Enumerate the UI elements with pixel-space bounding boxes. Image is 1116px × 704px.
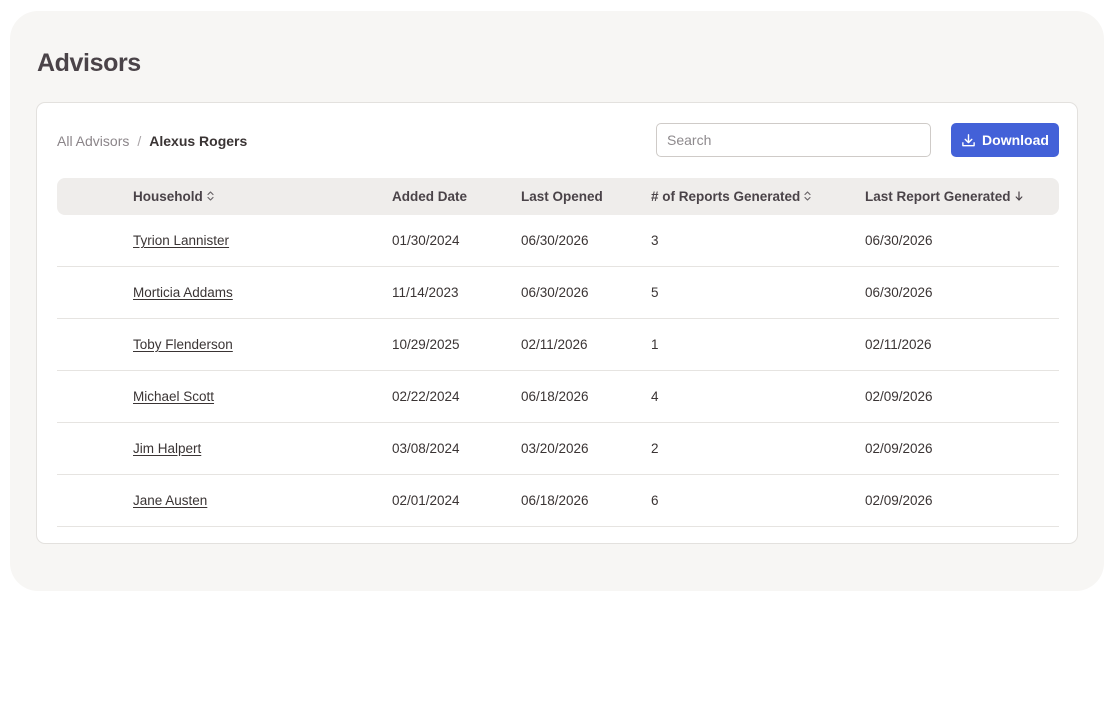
page-container: Advisors All Advisors / Alexus Rogers Do… <box>10 11 1104 591</box>
advisor-card: All Advisors / Alexus Rogers Download Ho… <box>36 102 1078 544</box>
reports-generated-cell: 3 <box>651 233 659 248</box>
column-header-last-report-generated-label: Last Report Generated <box>865 189 1011 204</box>
page-title: Advisors <box>37 49 141 77</box>
column-header-reports-generated-label: # of Reports Generated <box>651 189 801 204</box>
arrow-down-icon <box>1015 190 1023 203</box>
household-link[interactable]: Tyrion Lannister <box>133 215 229 266</box>
table-row: Tyrion Lannister 01/30/2024 06/30/2026 3… <box>57 215 1059 267</box>
last-opened-cell: 06/18/2026 <box>521 389 589 404</box>
added-date-cell: 02/01/2024 <box>392 493 460 508</box>
household-link[interactable]: Jim Halpert <box>133 423 201 474</box>
household-link[interactable]: Michael Scott <box>133 371 214 422</box>
breadcrumb-current: Alexus Rogers <box>149 133 248 149</box>
last-report-generated-cell: 02/11/2026 <box>865 337 932 352</box>
last-opened-cell: 03/20/2026 <box>521 441 589 456</box>
table-row: Morticia Addams 11/14/2023 06/30/2026 5 … <box>57 267 1059 319</box>
column-header-added-date-label: Added Date <box>392 189 468 204</box>
column-header-added-date[interactable]: Added Date <box>392 178 467 215</box>
last-opened-cell: 06/30/2026 <box>521 233 589 248</box>
last-opened-cell: 02/11/2026 <box>521 337 588 352</box>
reports-generated-cell: 6 <box>651 493 659 508</box>
breadcrumb: All Advisors / Alexus Rogers <box>57 133 247 149</box>
reports-generated-cell: 1 <box>651 337 659 352</box>
reports-generated-cell: 5 <box>651 285 659 300</box>
last-report-generated-cell: 02/09/2026 <box>865 441 933 456</box>
added-date-cell: 03/08/2024 <box>392 441 460 456</box>
last-report-generated-cell: 02/09/2026 <box>865 493 933 508</box>
reports-generated-cell: 4 <box>651 389 659 404</box>
column-header-reports-generated[interactable]: # of Reports Generated <box>651 178 811 215</box>
table-row: Jim Halpert 03/08/2024 03/20/2026 2 02/0… <box>57 423 1059 475</box>
sort-icon <box>804 190 811 203</box>
table-row: Michael Scott 02/22/2024 06/18/2026 4 02… <box>57 371 1059 423</box>
column-header-household-label: Household <box>133 189 203 204</box>
column-header-last-opened-label: Last Opened <box>521 189 603 204</box>
download-icon <box>961 133 976 148</box>
sort-icon <box>207 190 214 203</box>
household-link[interactable]: Morticia Addams <box>133 267 233 318</box>
search-input[interactable] <box>656 123 931 157</box>
breadcrumb-separator: / <box>137 133 142 149</box>
added-date-cell: 11/14/2023 <box>392 285 459 300</box>
household-link[interactable]: Toby Flenderson <box>133 319 233 370</box>
table-header: Household Added Date Last Opened # of Re… <box>57 178 1059 215</box>
column-header-last-report-generated[interactable]: Last Report Generated <box>865 178 1023 215</box>
last-opened-cell: 06/18/2026 <box>521 493 589 508</box>
added-date-cell: 02/22/2024 <box>392 389 460 404</box>
download-button-label: Download <box>982 132 1049 148</box>
last-report-generated-cell: 06/30/2026 <box>865 233 933 248</box>
table-row: Jane Austen 02/01/2024 06/18/2026 6 02/0… <box>57 475 1059 527</box>
household-link[interactable]: Jane Austen <box>133 475 207 526</box>
breadcrumb-all-advisors-link[interactable]: All Advisors <box>57 133 129 149</box>
households-table: Household Added Date Last Opened # of Re… <box>57 178 1059 527</box>
table-row: Toby Flenderson 10/29/2025 02/11/2026 1 … <box>57 319 1059 371</box>
last-report-generated-cell: 02/09/2026 <box>865 389 933 404</box>
added-date-cell: 10/29/2025 <box>392 337 460 352</box>
added-date-cell: 01/30/2024 <box>392 233 460 248</box>
last-opened-cell: 06/30/2026 <box>521 285 589 300</box>
last-report-generated-cell: 06/30/2026 <box>865 285 933 300</box>
column-header-household[interactable]: Household <box>133 178 214 215</box>
download-button[interactable]: Download <box>951 123 1059 157</box>
reports-generated-cell: 2 <box>651 441 659 456</box>
column-header-last-opened[interactable]: Last Opened <box>521 178 603 215</box>
